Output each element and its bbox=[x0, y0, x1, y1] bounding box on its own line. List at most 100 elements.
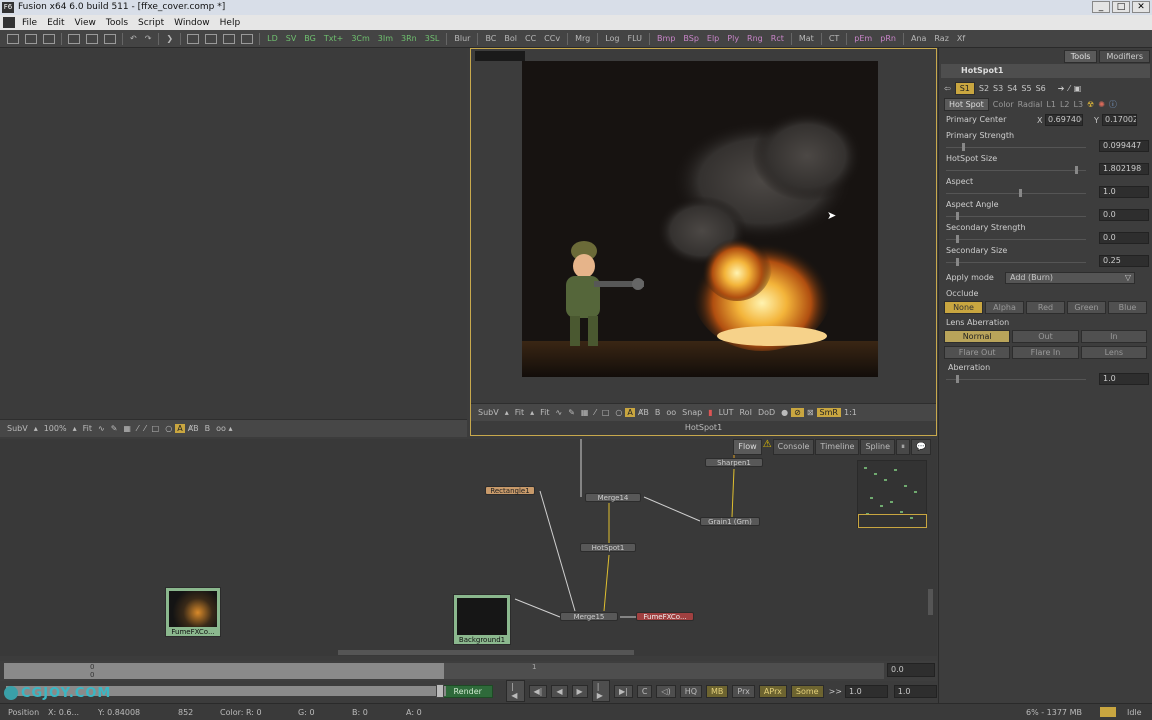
open-icon[interactable] bbox=[25, 33, 37, 44]
tool-button-sv[interactable]: SV bbox=[282, 34, 301, 43]
aspect-angle-slider-knob[interactable] bbox=[956, 212, 959, 220]
tool-button-cc[interactable]: CC bbox=[521, 34, 540, 43]
subv-menu-right[interactable]: SubV bbox=[475, 408, 502, 417]
arrow-icon[interactable]: ❯ bbox=[162, 34, 177, 43]
step-field[interactable]: 1.0 bbox=[844, 684, 889, 698]
fit-button[interactable]: Fit bbox=[80, 424, 95, 433]
node-rectangle[interactable]: Rectangle1 bbox=[485, 486, 535, 495]
hq-button[interactable]: HQ bbox=[679, 684, 703, 698]
tool-button-3rn[interactable]: 3Rn bbox=[397, 34, 421, 43]
left-viewer[interactable] bbox=[0, 49, 467, 419]
aspect-value[interactable]: 1.0 bbox=[1099, 186, 1149, 198]
tool-button-ply[interactable]: Ply bbox=[723, 34, 743, 43]
aberration-value[interactable]: 1.0 bbox=[1099, 373, 1149, 385]
grid-icon[interactable]: ⊠ bbox=[804, 408, 817, 417]
curve-icon[interactable]: ∿ bbox=[95, 424, 108, 433]
tool-button-elp[interactable]: Elp bbox=[703, 34, 723, 43]
aberration-slider[interactable] bbox=[946, 373, 1086, 385]
lens-flare-in-button[interactable]: Flare In bbox=[1012, 345, 1079, 359]
brush-icon[interactable]: ⁄ bbox=[591, 408, 598, 417]
node-hotspot[interactable]: HotSpot1 bbox=[580, 543, 636, 552]
redo-icon[interactable]: ↷ bbox=[141, 34, 156, 43]
slot-s3[interactable]: S3 bbox=[993, 84, 1003, 93]
hotspot-size-slider[interactable] bbox=[946, 164, 1086, 176]
step-forward-button[interactable]: |▶ bbox=[591, 680, 610, 702]
secondary-size-value[interactable]: 0.25 bbox=[1099, 255, 1149, 267]
cut-icon[interactable] bbox=[68, 33, 80, 44]
info-icon[interactable]: ⓘ bbox=[1109, 99, 1117, 110]
tool-button-3im[interactable]: 3Im bbox=[374, 34, 397, 43]
primary-center-x-field[interactable]: 0.697406 bbox=[1045, 114, 1083, 126]
menu-view[interactable]: View bbox=[70, 18, 101, 28]
secondary-size-slider-knob[interactable] bbox=[956, 258, 959, 266]
ab-icon[interactable]: ȺB bbox=[635, 408, 652, 417]
tab-tools[interactable]: Tools bbox=[1063, 49, 1098, 63]
lens-in-button[interactable]: In bbox=[1080, 329, 1147, 343]
secondary-strength-slider[interactable] bbox=[946, 233, 1086, 245]
tool-button-raz[interactable]: Raz bbox=[930, 34, 952, 43]
aprx-button[interactable]: APrx bbox=[758, 684, 787, 698]
curve-icon[interactable]: ∿ bbox=[553, 408, 566, 417]
node-merge14[interactable]: Merge14 bbox=[585, 493, 641, 502]
menu-tools[interactable]: Tools bbox=[101, 18, 133, 28]
tab-flow[interactable]: Flow bbox=[733, 439, 762, 455]
tool-button-bol[interactable]: Bol bbox=[500, 34, 521, 43]
aspect-slider[interactable] bbox=[946, 187, 1086, 199]
circle-icon[interactable]: ○ bbox=[162, 424, 175, 433]
lens-out-button[interactable]: Out bbox=[1012, 329, 1079, 343]
lens-lens-button[interactable]: Lens bbox=[1080, 345, 1147, 359]
aspect-angle-slider[interactable] bbox=[946, 210, 1086, 222]
tool-button-ld[interactable]: LD bbox=[263, 34, 282, 43]
go-end-button[interactable]: ▶| bbox=[613, 684, 633, 698]
zoom-level[interactable]: 100% bbox=[41, 424, 70, 433]
circle-icon[interactable]: ○ bbox=[612, 408, 625, 417]
slot-s5[interactable]: S5 bbox=[1021, 84, 1031, 93]
primary-strength-slider-knob[interactable] bbox=[962, 143, 965, 151]
rect-icon[interactable]: □ bbox=[149, 424, 163, 433]
play-reverse-button[interactable]: ◀ bbox=[551, 684, 568, 698]
render-button[interactable]: Render bbox=[442, 684, 493, 698]
lens-flare-out-button[interactable]: Flare Out bbox=[944, 345, 1011, 359]
tab-timeline[interactable]: Timeline bbox=[815, 439, 860, 455]
navigator-viewport[interactable] bbox=[858, 514, 927, 528]
tool-button-bc[interactable]: BC bbox=[481, 34, 500, 43]
copy-icon[interactable] bbox=[86, 33, 98, 44]
tool-button-pem[interactable]: pEm bbox=[850, 34, 876, 43]
tool-button-ccv[interactable]: CCv bbox=[540, 34, 564, 43]
layout-4-icon[interactable] bbox=[241, 33, 254, 44]
occlude-blue-button[interactable]: Blue bbox=[1108, 300, 1147, 314]
tab-spline[interactable]: Spline bbox=[860, 439, 896, 455]
tab-modifiers[interactable]: Modifiers bbox=[1099, 49, 1150, 63]
subtab-l2[interactable]: L2 bbox=[1060, 100, 1070, 109]
subtab-l3[interactable]: L3 bbox=[1073, 100, 1083, 109]
lens-normal-button[interactable]: Normal bbox=[944, 329, 1011, 343]
ratio-button[interactable]: 1:1 bbox=[841, 408, 860, 417]
slot-s4[interactable]: S4 bbox=[1007, 84, 1017, 93]
radiation-icon[interactable]: ☢ bbox=[1087, 100, 1094, 109]
paste-icon[interactable] bbox=[104, 33, 116, 44]
secondary-strength-value[interactable]: 0.0 bbox=[1099, 232, 1149, 244]
occlude-red-button[interactable]: Red bbox=[1026, 300, 1065, 314]
gradient-icon[interactable]: ▦ bbox=[120, 424, 134, 433]
layout-3-icon[interactable] bbox=[223, 33, 236, 44]
minimize-button[interactable]: _ bbox=[1092, 1, 1110, 13]
new-icon[interactable] bbox=[7, 33, 19, 44]
node-grain[interactable]: Grain1 (Grn) bbox=[700, 517, 760, 526]
tool-button-3cm[interactable]: 3Cm bbox=[347, 34, 373, 43]
node-fumefx-saver[interactable]: FumeFXCo... bbox=[636, 612, 694, 621]
tool-button-3sl[interactable]: 3SL bbox=[421, 34, 444, 43]
tool-button-mat[interactable]: Mat bbox=[795, 34, 818, 43]
mb-button[interactable]: MB bbox=[706, 684, 729, 698]
save-icon[interactable] bbox=[43, 33, 55, 44]
prx-button[interactable]: Prx bbox=[732, 684, 755, 698]
subtab-color[interactable]: Color bbox=[993, 100, 1014, 109]
layout-1-icon[interactable] bbox=[187, 33, 200, 44]
chat-icon[interactable]: 💬 bbox=[911, 439, 931, 455]
hotspot-size-value[interactable]: 1.802198 bbox=[1099, 163, 1149, 175]
brush-icon[interactable]: ⁄ bbox=[134, 424, 141, 433]
fit-button-1[interactable]: Fit bbox=[512, 408, 527, 417]
close-button[interactable]: ✕ bbox=[1132, 1, 1150, 13]
some-button[interactable]: Some bbox=[790, 684, 824, 698]
layout-2-icon[interactable] bbox=[205, 33, 218, 44]
menu-help[interactable]: Help bbox=[215, 18, 246, 28]
